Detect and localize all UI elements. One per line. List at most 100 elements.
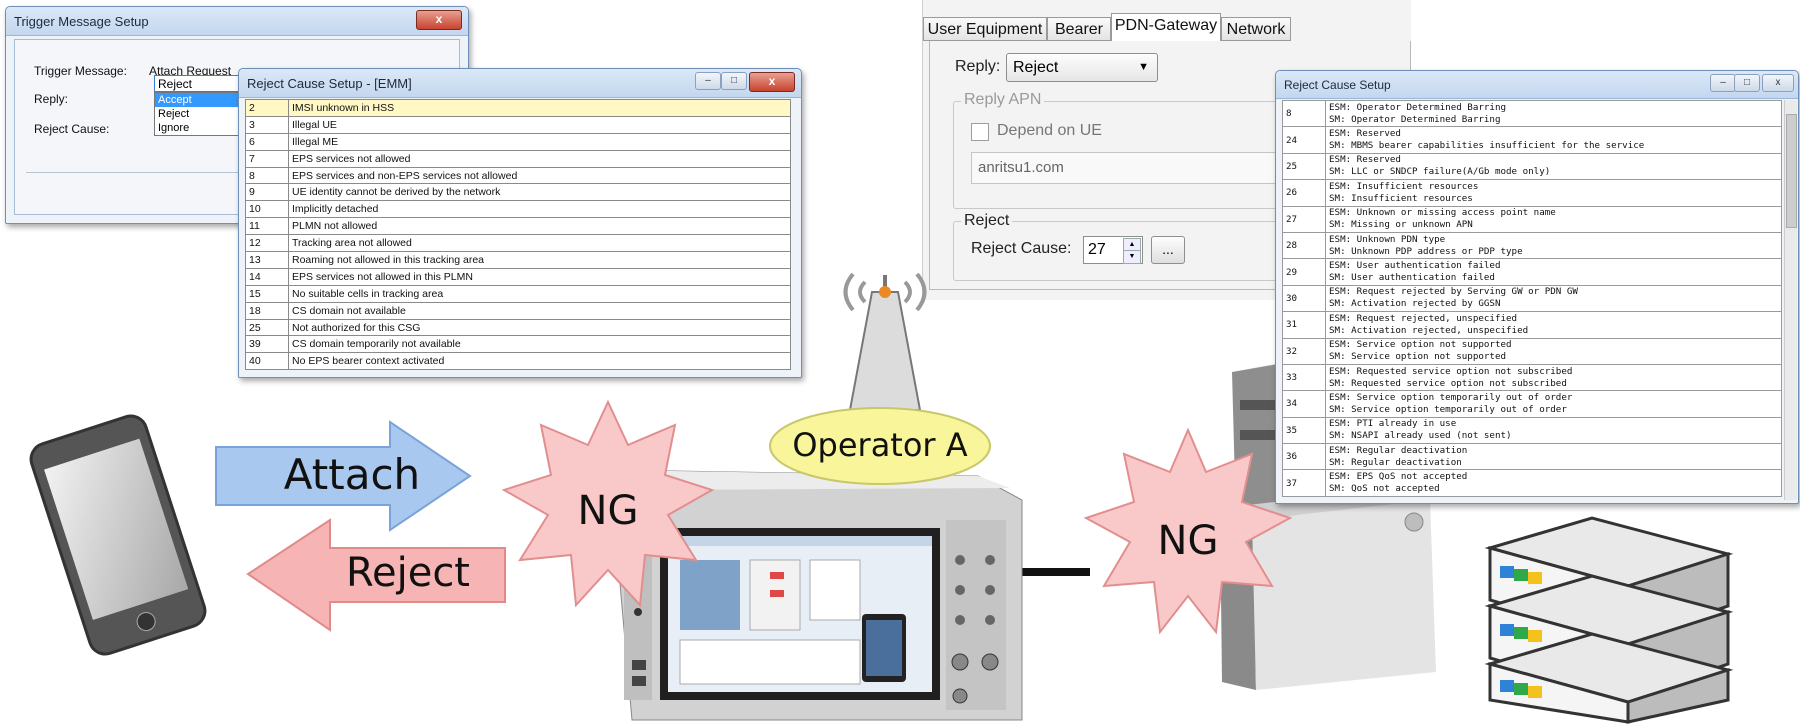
reply-option-reject[interactable]: Reject xyxy=(155,107,245,121)
close-icon[interactable]: x xyxy=(749,72,795,92)
table-row[interactable]: 11 PLMN not allowed xyxy=(245,217,791,236)
table-row[interactable]: 6 Illegal ME xyxy=(245,132,791,151)
cause-code: 32 xyxy=(1282,337,1326,365)
esm-cause-text: ESM: Reserved xyxy=(1329,154,1401,166)
reply-option-ignore[interactable]: Ignore xyxy=(155,121,245,135)
esm-cause-text: ESM: Unknown PDN type xyxy=(1329,233,1446,245)
sm-cause-text: SM: Service option temporarily out of or… xyxy=(1329,403,1567,415)
table-row[interactable]: 34 ESM: Service option temporarily out of… xyxy=(1282,390,1782,418)
table-row[interactable]: 37 ESM: EPS QoS not accepted SM: QoS not a… xyxy=(1282,469,1782,497)
table-row[interactable]: 39 CS domain temporarily not available xyxy=(245,335,791,354)
esm-cause-text: ESM: Request rejected, unspecified xyxy=(1329,312,1518,324)
cause-text: ESM: Service option temporarily out of o… xyxy=(1325,390,1782,418)
table-row[interactable]: 27 ESM: Unknown or missing access point n… xyxy=(1282,205,1782,233)
esm-window-title: Reject Cause Setup xyxy=(1284,78,1391,92)
reply-label: Reply: xyxy=(34,92,69,106)
table-row[interactable]: 24 ESM: Reserved SM: MBMS bearer capabilit… xyxy=(1282,126,1782,154)
esm-window-titlebar: Reject Cause Setup – □ x xyxy=(1276,71,1798,99)
table-row[interactable]: 2 IMSI unknown in HSS xyxy=(245,99,791,117)
table-row[interactable]: 40 No EPS bearer context activated xyxy=(245,352,791,371)
cause-text: ESM: Reserved SM: MBMS bearer capabilitie… xyxy=(1325,126,1782,154)
cause-text: ESM: Insufficient resources SM: Insuffici… xyxy=(1325,179,1782,207)
table-row[interactable]: 25 ESM: Reserved SM: LLC or SNDCP failure(… xyxy=(1282,152,1782,181)
minimize-icon[interactable]: – xyxy=(695,72,721,90)
cause-text: EPS services not allowed xyxy=(288,149,791,168)
cause-code: 9 xyxy=(245,183,289,202)
table-row[interactable]: 10 Implicitly detached xyxy=(245,200,791,219)
sm-cause-text: SM: LLC or SNDCP failure(A/Gb mode only) xyxy=(1329,166,1551,178)
cause-text: Implicitly detached xyxy=(288,200,791,219)
cause-text: CS domain temporarily not available xyxy=(288,335,791,354)
esm-cause-text: ESM: Operator Determined Barring xyxy=(1329,101,1507,113)
trigger-message-label: Trigger Message: xyxy=(34,64,127,78)
emm-cause-table: 2 IMSI unknown in HSS 3 Illegal UE 6 Illegal … xyxy=(245,99,791,371)
sm-cause-text: SM: Activation rejected by GGSN xyxy=(1329,298,1501,310)
table-row[interactable]: 26 ESM: Insufficient resources SM: Insuffi… xyxy=(1282,179,1782,207)
sm-cause-text: SM: Regular deactivation xyxy=(1329,456,1462,468)
emm-reject-cause-window: Reject Cause Setup - [EMM] – □ x 2 IMSI u… xyxy=(238,68,802,378)
cause-code: 40 xyxy=(245,352,289,371)
table-row[interactable]: 29 ESM: User authentication failed SM: Use… xyxy=(1282,258,1782,286)
ng-label-left: NG xyxy=(577,488,639,534)
table-row[interactable]: 9 UE identity cannot be derived by the ne… xyxy=(245,183,791,202)
table-row[interactable]: 28 ESM: Unknown PDN type SM: Unknown PDP a… xyxy=(1282,231,1782,260)
cause-code: 14 xyxy=(245,267,289,286)
table-row[interactable]: 3 Illegal UE xyxy=(245,115,791,134)
minimize-icon[interactable]: – xyxy=(1710,74,1736,92)
table-row[interactable]: 30 ESM: Request rejected by Serving GW or… xyxy=(1282,284,1782,313)
trigger-window-titlebar: Trigger Message Setup x xyxy=(6,7,468,36)
cause-code: 39 xyxy=(245,335,289,354)
cause-code: 27 xyxy=(1282,205,1326,233)
cause-text: Roaming not allowed in this tracking are… xyxy=(288,251,791,269)
cause-code: 28 xyxy=(1282,231,1326,260)
table-row[interactable]: 14 EPS services not allowed in this PLMN xyxy=(245,267,791,286)
table-row[interactable]: 15 No suitable cells in tracking area xyxy=(245,284,791,303)
sm-cause-text: SM: Unknown PDP address or PDP type xyxy=(1329,245,1523,257)
table-row[interactable]: 36 ESM: Regular deactivation SM: Regular d… xyxy=(1282,443,1782,471)
esm-cause-text: ESM: Reserved xyxy=(1329,128,1401,140)
cause-code: 33 xyxy=(1282,363,1326,392)
esm-scrollbar[interactable] xyxy=(1784,100,1797,500)
table-row[interactable]: 33 ESM: Requested service option not subs… xyxy=(1282,363,1782,392)
table-row[interactable]: 8 EPS services and non-EPS services not a… xyxy=(245,166,791,185)
trigger-window-title: Trigger Message Setup xyxy=(14,14,149,29)
rack-server-icon xyxy=(1484,516,1734,724)
cause-text: PLMN not allowed xyxy=(288,217,791,236)
table-row[interactable]: 35 ESM: PTI already in use SM: NSAPI alrea… xyxy=(1282,416,1782,445)
table-row[interactable]: 12 Tracking area not allowed xyxy=(245,234,791,253)
table-row[interactable]: 32 ESM: Service option not supported SM: S… xyxy=(1282,337,1782,365)
table-row[interactable]: 25 Not authorized for this CSG xyxy=(245,318,791,337)
reply-option-accept[interactable]: Accept xyxy=(155,93,245,107)
ng-label-right: NG xyxy=(1157,518,1219,564)
sm-cause-text: SM: Activation rejected, unspecified xyxy=(1329,324,1529,336)
cause-code: 2 xyxy=(245,99,289,117)
scrollbar-thumb[interactable] xyxy=(1786,114,1797,228)
cause-code: 25 xyxy=(1282,152,1326,181)
attach-label: Attach xyxy=(283,450,421,499)
cause-code: 36 xyxy=(1282,443,1326,471)
sm-cause-text: SM: Operator Determined Barring xyxy=(1329,113,1501,125)
sm-cause-text: SM: Insufficient resources xyxy=(1329,192,1473,204)
table-row[interactable]: 31 ESM: Request rejected, unspecified SM: … xyxy=(1282,311,1782,339)
sm-cause-text: SM: Service option not supported xyxy=(1329,351,1507,363)
table-row[interactable]: 8 ESM: Operator Determined Barring SM: Ope… xyxy=(1282,99,1782,128)
maximize-icon[interactable]: □ xyxy=(721,72,747,90)
cause-code: 10 xyxy=(245,200,289,219)
maximize-icon[interactable]: □ xyxy=(1734,74,1760,92)
emm-window-titlebar: Reject Cause Setup - [EMM] – □ x xyxy=(239,69,801,98)
cause-code: 11 xyxy=(245,217,289,236)
cause-code: 6 xyxy=(245,132,289,151)
table-row[interactable]: 13 Roaming not allowed in this tracking a… xyxy=(245,251,791,269)
esm-cause-text: ESM: Unknown or missing access point nam… xyxy=(1329,207,1556,219)
close-icon[interactable]: x xyxy=(416,10,462,30)
cause-code: 7 xyxy=(245,149,289,168)
antenna-icon xyxy=(843,272,927,411)
cause-text: Illegal ME xyxy=(288,132,791,151)
cause-text: ESM: Request rejected, unspecified SM: Ac… xyxy=(1325,311,1782,339)
table-row[interactable]: 7 EPS services not allowed xyxy=(245,149,791,168)
close-icon[interactable]: x xyxy=(1762,74,1794,92)
cause-text: No EPS bearer context activated xyxy=(288,352,791,371)
table-row[interactable]: 18 CS domain not available xyxy=(245,301,791,320)
cause-code: 29 xyxy=(1282,258,1326,286)
sm-cause-text: SM: NSAPI already used (not sent) xyxy=(1329,430,1512,442)
